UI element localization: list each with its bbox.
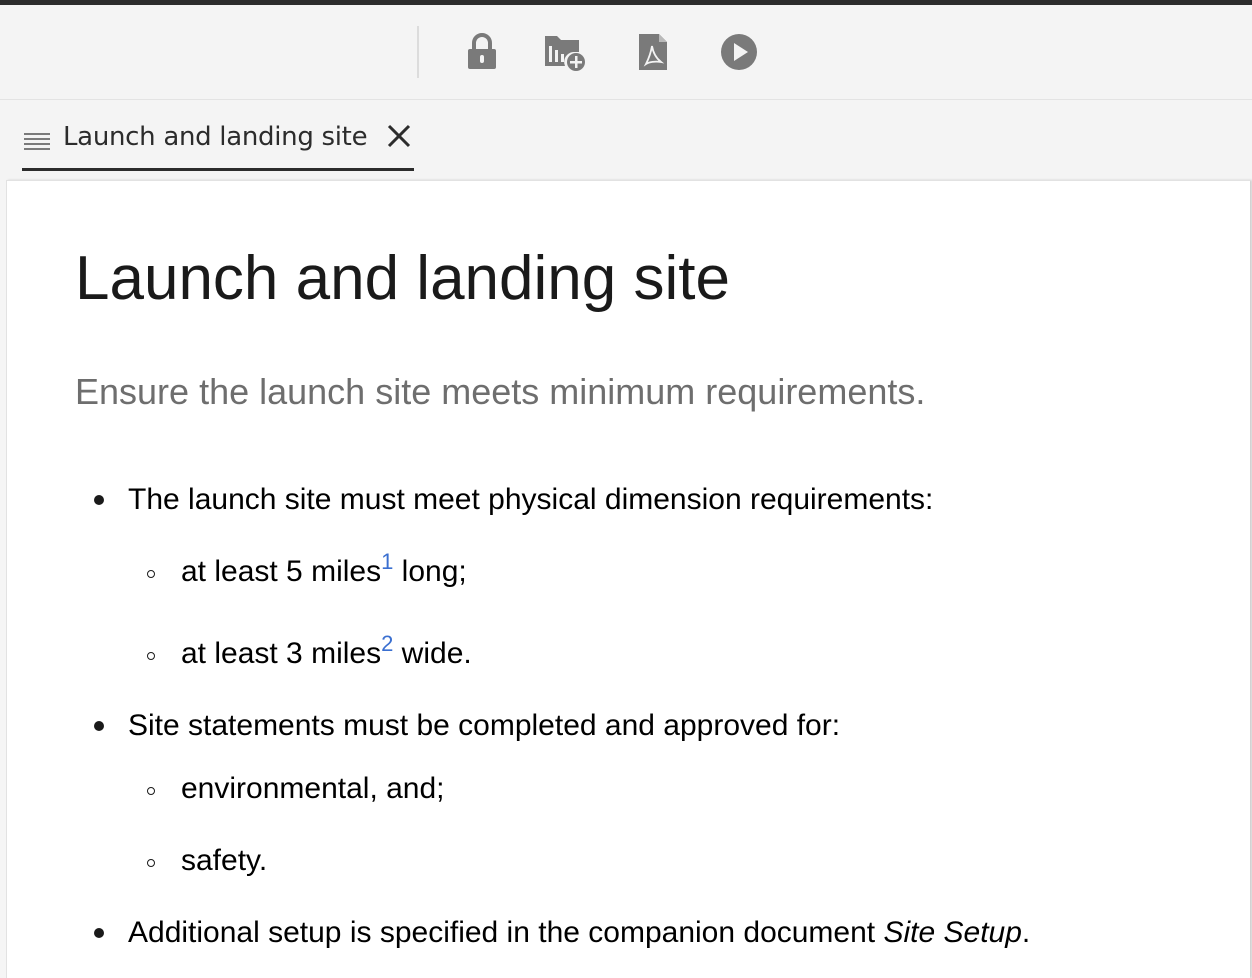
tab-launch-and-landing-site[interactable]: Launch and landing site	[22, 115, 414, 171]
toolbar	[0, 5, 1252, 100]
sub-item-text: safety.	[181, 844, 268, 877]
sub-item-text-after: long;	[393, 555, 467, 588]
sub-item-text: at least 3 miles	[181, 637, 382, 670]
list-item-text: The launch site must meet physical dimen…	[128, 483, 934, 516]
close-icon[interactable]	[385, 122, 413, 150]
sub-item-text: environmental, and;	[181, 772, 445, 805]
list-item-text: Site statements must be completed and ap…	[128, 709, 841, 742]
bullet-circle	[147, 859, 155, 867]
bullet-circle	[147, 652, 155, 660]
short-description: Ensure the launch site meets minimum req…	[75, 371, 926, 412]
tab-bar: Launch and landing site	[0, 100, 1252, 180]
play-icon	[719, 32, 759, 72]
lock-icon	[466, 33, 498, 71]
sub-item-text-after: wide.	[393, 637, 472, 670]
toolbar-divider	[417, 26, 419, 78]
bullet-circle	[147, 787, 155, 795]
page-title: Launch and landing site	[75, 244, 730, 313]
tab-label: Launch and landing site	[63, 122, 368, 152]
bullet-circle	[147, 570, 155, 578]
sub-item-text: at least 5 miles	[181, 555, 382, 588]
footnote-link[interactable]: 1	[381, 549, 393, 574]
citation: Site Setup	[883, 916, 1022, 949]
lock-button[interactable]	[460, 30, 504, 74]
pdf-button[interactable]	[631, 30, 675, 74]
document-view: Launch and landing site Ensure the launc…	[6, 180, 1250, 978]
list-item-text: Additional setup is specified in the com…	[128, 916, 884, 949]
topic-icon	[23, 132, 51, 152]
preview-button[interactable]	[717, 30, 761, 74]
bullet-disc	[94, 721, 104, 731]
list-item-text-after: .	[1021, 916, 1031, 949]
pdf-icon	[637, 32, 669, 72]
bullet-disc	[94, 495, 104, 505]
bullet-disc	[94, 928, 104, 938]
add-to-folder-button[interactable]	[544, 30, 588, 74]
add-to-folder-icon	[543, 32, 589, 72]
footnote-link[interactable]: 2	[381, 631, 393, 656]
